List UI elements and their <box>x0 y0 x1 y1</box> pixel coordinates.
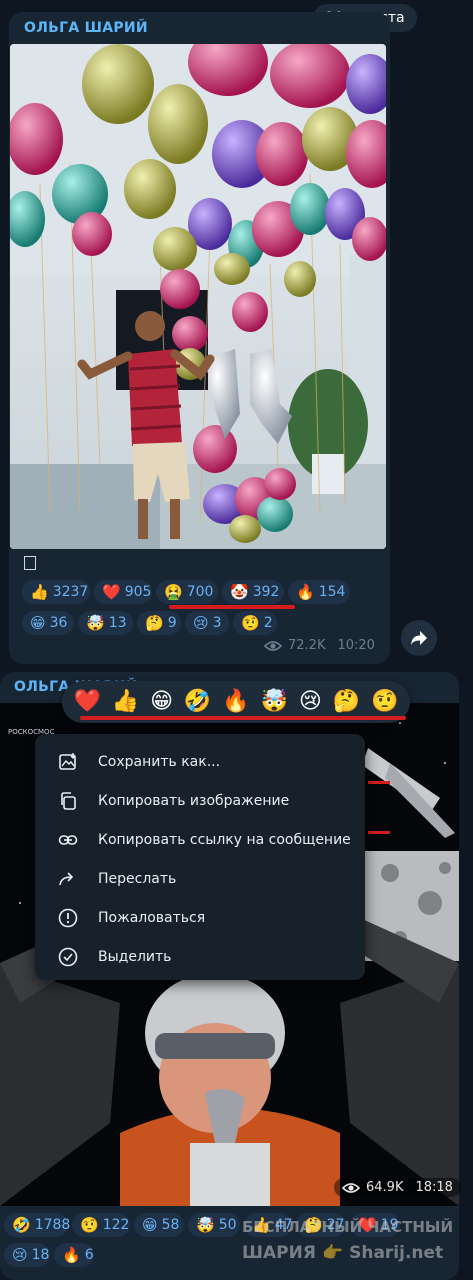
reaction-pill[interactable]: 🤯 50 <box>188 1213 240 1237</box>
reaction-option[interactable]: 😢 <box>299 691 322 713</box>
message-time: 10:20 <box>337 638 375 653</box>
menu-item-label: Переслать <box>98 870 177 887</box>
menu-item-label: Сохранить как... <box>98 753 221 770</box>
watermark-name: ШАРИЯ <box>242 1243 316 1263</box>
select-icon <box>55 944 81 970</box>
reaction-emoji: 🤯 <box>86 613 105 632</box>
highlight-underline <box>169 605 295 609</box>
reaction-option[interactable]: 🤔 <box>333 691 360 713</box>
menu-item-label: Пожаловаться <box>98 909 206 926</box>
reaction-count: 3237 <box>52 584 89 600</box>
reaction-emoji: 😁 <box>30 613 46 632</box>
reaction-emoji: 👍 <box>30 582 49 601</box>
reaction-emoji: 🤨 <box>80 1215 99 1234</box>
reaction-pill[interactable]: 🤣 1788 <box>4 1213 71 1237</box>
reaction-pill[interactable]: 🤨 122 <box>72 1213 130 1237</box>
reaction-option[interactable]: 🤨 <box>371 691 398 713</box>
reaction-count: 1788 <box>34 1217 71 1233</box>
reaction-pill[interactable]: 🔥 6 <box>54 1243 94 1267</box>
message-photo[interactable] <box>10 44 386 549</box>
highlight-underline <box>80 716 406 720</box>
reaction-emoji: 🔥 <box>62 1245 81 1264</box>
forward-icon <box>55 866 81 892</box>
watermark-hand-icon: 👉 <box>321 1243 344 1263</box>
reaction-pill[interactable]: 😁 58 <box>134 1213 184 1237</box>
menu-item-copy-link[interactable]: Копировать ссылку на сообщение <box>35 820 365 859</box>
reaction-pill[interactable]: 🤮 700 <box>156 580 218 604</box>
menu-item-label: Копировать ссылку на сообщение <box>98 831 351 848</box>
reaction-option[interactable]: ❤️ <box>73 691 100 713</box>
balloons-photo <box>10 44 386 549</box>
reaction-count: 2 <box>263 615 273 631</box>
reaction-emoji: ❤️ <box>102 582 121 601</box>
reaction-emoji: 😁 <box>142 1215 158 1234</box>
reaction-count: 9 <box>167 615 177 631</box>
reaction-count: 392 <box>252 584 280 600</box>
watermark-line1: БЕСПЛАТНЫЙ ЧАСТНЫЙ <box>242 1218 454 1236</box>
reaction-emoji: 😢 <box>193 613 209 632</box>
reaction-emoji: 🤡 <box>230 582 249 601</box>
menu-item-copy-image[interactable]: Копировать изображение <box>35 781 365 820</box>
reaction-option[interactable]: 🤯 <box>261 691 288 713</box>
forward-button[interactable] <box>401 620 437 656</box>
reaction-option[interactable]: 🔥 <box>222 691 249 713</box>
reaction-pill[interactable]: 😢 18 <box>4 1243 50 1267</box>
reaction-pill[interactable]: ❤️ 905 <box>94 580 152 604</box>
forward-arrow-icon <box>411 631 427 645</box>
reaction-emoji: 🤔 <box>145 613 164 632</box>
eye-icon <box>264 640 282 651</box>
reaction-emoji: 🤮 <box>164 582 183 601</box>
watermark-site: Sharij.net <box>349 1243 444 1263</box>
report-icon <box>55 905 81 931</box>
menu-item-forward[interactable]: Переслать <box>35 859 365 898</box>
link-icon <box>55 827 81 853</box>
reaction-option[interactable]: 👍 <box>112 691 139 713</box>
reaction-count: 700 <box>186 584 214 600</box>
reaction-count: 3 <box>212 615 222 631</box>
reaction-pill[interactable]: 🤯 13 <box>78 611 133 635</box>
eye-icon <box>342 1182 360 1193</box>
reaction-pill[interactable]: 😢 3 <box>185 611 229 635</box>
reaction-count: 122 <box>102 1217 130 1233</box>
reaction-count: 58 <box>161 1217 180 1233</box>
reaction-count: 6 <box>84 1247 94 1263</box>
author-name[interactable]: ОЛЬГА ШАРИЙ <box>24 20 148 36</box>
reaction-pill[interactable]: 🔥 154 <box>288 580 350 604</box>
reaction-emoji: 🤨 <box>241 613 260 632</box>
views-count: 64.9K <box>366 1180 404 1195</box>
save-image-icon <box>55 749 81 775</box>
menu-item-label: Выделить <box>98 948 172 965</box>
reaction-count: 154 <box>318 584 346 600</box>
reaction-emoji: 🔥 <box>296 582 315 601</box>
reaction-pill[interactable]: 😁 36 <box>22 611 74 635</box>
reaction-pill[interactable]: 🤡 392 <box>222 580 284 604</box>
message-meta: 72.2K 10:20 <box>264 638 375 653</box>
context-menu: Сохранить как... Копировать изображение … <box>35 734 365 980</box>
reaction-count: 905 <box>124 584 152 600</box>
reaction-count: 50 <box>218 1217 237 1233</box>
reaction-pill[interactable]: 👍 3237 <box>22 580 90 604</box>
reaction-option[interactable]: 🤣 <box>184 691 211 713</box>
reaction-count: 36 <box>49 615 68 631</box>
reaction-emoji: 🤣 <box>12 1215 31 1234</box>
copy-icon <box>55 788 81 814</box>
reaction-pill[interactable]: 🤔 9 <box>137 611 181 635</box>
message-time: 18:18 <box>415 1180 453 1195</box>
menu-item-report[interactable]: Пожаловаться <box>35 898 365 937</box>
menu-item-select[interactable]: Выделить <box>35 937 365 976</box>
reaction-emoji: 🤯 <box>196 1215 215 1234</box>
menu-item-save-as[interactable]: Сохранить как... <box>35 742 365 781</box>
message-meta: 64.9K 18:18 <box>334 1178 461 1197</box>
watermark-line2: ШАРИЯ 👉 Sharij.net <box>242 1243 443 1263</box>
message-text <box>24 556 36 570</box>
menu-item-label: Копировать изображение <box>98 792 290 809</box>
reaction-pill[interactable]: 🤨 2 <box>233 611 277 635</box>
reaction-emoji: 😢 <box>12 1245 28 1264</box>
reaction-count: 18 <box>31 1247 50 1263</box>
reaction-option[interactable]: 😁 <box>150 691 173 713</box>
views-count: 72.2K <box>288 638 326 653</box>
reaction-count: 13 <box>108 615 127 631</box>
